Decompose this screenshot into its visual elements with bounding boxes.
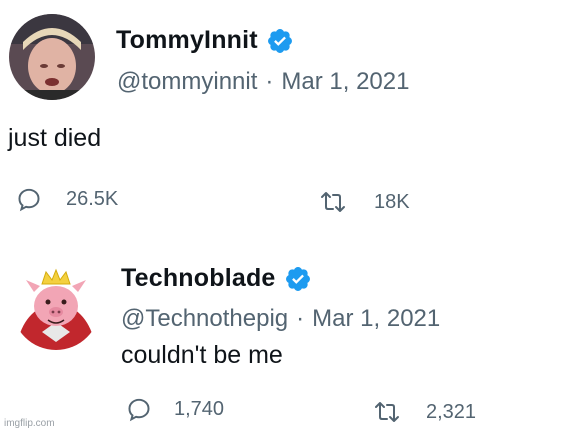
- name-row: TommyInnit: [116, 26, 294, 55]
- timestamp[interactable]: Mar 1, 2021: [312, 305, 440, 333]
- separator: ·: [265, 68, 274, 95]
- avatar[interactable]: [9, 14, 95, 100]
- display-name[interactable]: Technoblade: [121, 264, 276, 293]
- retweet-count: 18K: [374, 190, 410, 213]
- retweet-icon: [318, 190, 348, 214]
- verified-badge-icon: [284, 265, 312, 293]
- tweet-screenshot: TommyInnit @tommyinnit · Mar 1, 2021 jus…: [0, 0, 576, 433]
- separator: ·: [296, 305, 305, 332]
- retweet-button[interactable]: 2,321: [372, 400, 476, 424]
- retweet-icon: [372, 400, 402, 424]
- handle[interactable]: @tommyinnit: [117, 68, 257, 96]
- reply-icon: [126, 396, 152, 422]
- reply-icon: [16, 186, 42, 212]
- meta-row: @Technothepig · Mar 1, 2021: [121, 305, 440, 333]
- retweet-count: 2,321: [426, 400, 477, 423]
- avatar[interactable]: [12, 262, 100, 350]
- reply-count: 1,740: [174, 397, 225, 420]
- timestamp[interactable]: Mar 1, 2021: [281, 68, 409, 96]
- reply-count: 26.5K: [66, 187, 119, 210]
- retweet-button[interactable]: 18K: [318, 190, 410, 214]
- verified-badge-icon: [266, 27, 294, 55]
- display-name[interactable]: TommyInnit: [116, 26, 258, 55]
- meta-row: @tommyinnit · Mar 1, 2021: [117, 68, 409, 96]
- watermark: imgflip.com: [4, 418, 55, 429]
- reply-button[interactable]: 1,740: [126, 396, 224, 422]
- tweet-text: just died: [8, 124, 102, 152]
- handle[interactable]: @Technothepig: [121, 305, 288, 333]
- name-row: Technoblade: [121, 264, 312, 293]
- tweet-text: couldn't be me: [121, 341, 283, 369]
- reply-button[interactable]: 26.5K: [16, 186, 118, 212]
